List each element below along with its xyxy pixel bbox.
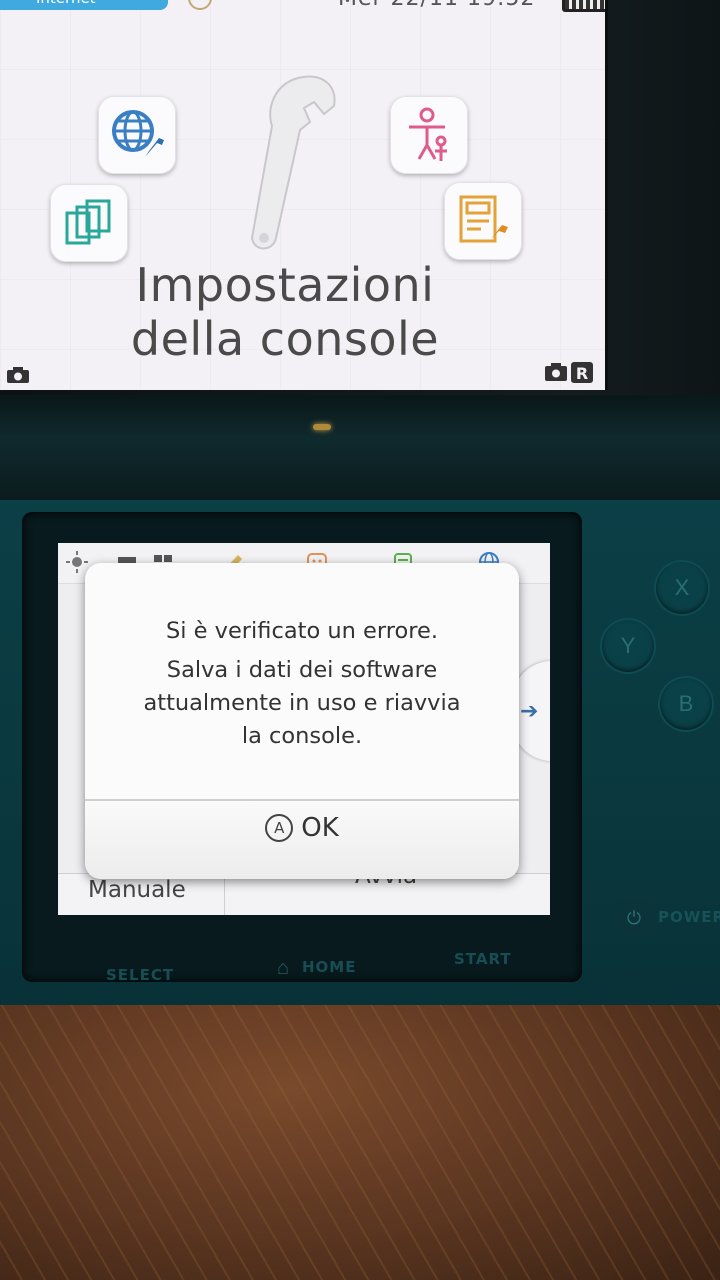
- home-icon: ⌂: [276, 956, 290, 979]
- ok-label: OK: [301, 813, 339, 843]
- other-settings-tile[interactable]: [444, 182, 522, 260]
- parental-controls-tile[interactable]: [390, 96, 468, 174]
- stacked-cards-icon: [65, 199, 111, 245]
- status-datetime: Mer 22/11 19:52: [338, 0, 535, 11]
- panel-wrench-icon: [459, 195, 508, 245]
- r-button-label: R: [576, 364, 588, 383]
- power-label: POWER: [658, 908, 720, 926]
- y-button[interactable]: Y: [602, 620, 654, 672]
- table-pattern: [0, 1005, 720, 1280]
- action-divider: [224, 875, 225, 915]
- globe-wrench-icon: [112, 110, 164, 157]
- connection-status: Internet: [0, 0, 168, 10]
- error-dialog: Si è verificato un errore. Salva i dati …: [85, 563, 519, 879]
- power-button[interactable]: ⏻: [616, 900, 652, 936]
- b-button[interactable]: B: [660, 678, 712, 730]
- start-label: START: [454, 950, 512, 968]
- arrow-right-icon: ➔: [520, 699, 539, 724]
- top-screen: Internet Mer 22/11 19:52: [0, 0, 608, 390]
- x-button[interactable]: X: [656, 562, 708, 614]
- error-line: Salva i dati dei software: [166, 657, 438, 683]
- error-title: Si è verificato un errore.: [165, 618, 439, 644]
- power-led: [313, 424, 331, 430]
- data-management-tile[interactable]: [50, 184, 128, 262]
- battery-icon: [562, 0, 605, 12]
- parent-child-icon: [409, 107, 447, 161]
- ok-button-content: A OK: [85, 813, 519, 843]
- a-button-icon: A: [265, 814, 294, 842]
- photo-frame: Internet Mer 22/11 19:52: [0, 0, 720, 1280]
- page-title-line2: della console: [130, 312, 440, 366]
- select-label: SELECT: [106, 966, 175, 984]
- home-button[interactable]: ⌂: [268, 955, 298, 981]
- error-line: la console.: [241, 723, 363, 749]
- friend-notification-icon: [188, 0, 212, 10]
- ok-button[interactable]: A OK: [85, 801, 519, 879]
- wrench-icon: [250, 75, 336, 250]
- error-message: Si è verificato un errore. Salva i dati …: [85, 615, 519, 753]
- error-line: attualmente in uso e riavvia: [143, 690, 461, 716]
- camera-r-shortcut[interactable]: R: [544, 360, 594, 384]
- brightness-icon[interactable]: [66, 551, 88, 573]
- manual-button[interactable]: Manuale: [88, 877, 186, 903]
- camera-icon[interactable]: [6, 366, 30, 384]
- internet-settings-tile[interactable]: [98, 96, 176, 174]
- page-title-line1: Impostazioni: [135, 258, 435, 312]
- console-hinge: [0, 395, 720, 505]
- power-icon: ⏻: [626, 907, 642, 928]
- home-label: HOME: [302, 958, 357, 976]
